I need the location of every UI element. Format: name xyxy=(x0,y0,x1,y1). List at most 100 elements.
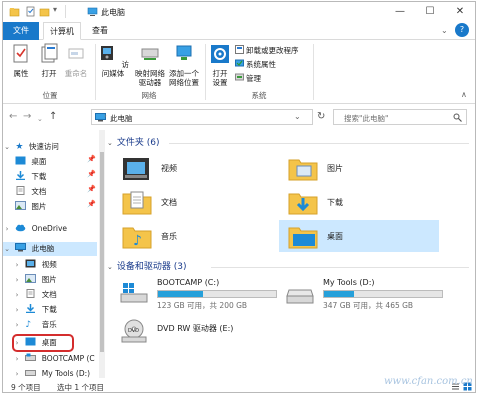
drive-usage-bar xyxy=(323,290,443,298)
video-icon xyxy=(25,259,36,268)
sidebar-item-music[interactable]: › ♪ 音乐 xyxy=(13,318,57,332)
sidebar-item-downloads[interactable]: › 下载 xyxy=(13,303,57,317)
video-folder-icon xyxy=(123,158,149,180)
divider xyxy=(169,143,469,144)
manage-button[interactable]: 管理 xyxy=(235,73,261,84)
selected-count: 选中 1 个项目 xyxy=(57,383,105,392)
sidebar-item-quick-pictures[interactable]: 图片 xyxy=(13,200,46,214)
address-dropdown-icon[interactable]: ⌄ xyxy=(294,112,301,121)
tab-file[interactable]: 文件 xyxy=(3,22,39,40)
collapsed-chevron-icon[interactable]: › xyxy=(13,258,21,272)
collapsed-chevron-icon[interactable]: › xyxy=(13,288,21,302)
new-folder-quick-icon[interactable] xyxy=(39,6,50,17)
open-settings-label-2: 设置 xyxy=(212,78,228,87)
pictures-folder-icon xyxy=(288,159,318,181)
folder-label: 音乐 xyxy=(161,232,177,241)
add-location-label-2: 网络位置 xyxy=(169,78,199,87)
sidebar-item-videos[interactable]: › 视频 xyxy=(13,258,57,272)
sidebar-item-documents[interactable]: › 文档 xyxy=(13,288,57,302)
sidebar-item-pictures[interactable]: › 图片 xyxy=(13,273,57,287)
ribbon-collapse-icon[interactable]: ∧ xyxy=(461,90,467,99)
sidebar-item-bootcamp[interactable]: › BOOTCAMP (C xyxy=(13,352,95,366)
access-media-button[interactable]: 访问媒体 xyxy=(97,43,129,78)
maximize-button[interactable]: ☐ xyxy=(415,2,445,22)
sidebar-item-quick-downloads[interactable]: 下载 xyxy=(13,170,46,184)
expanded-chevron-icon[interactable]: ⌄ xyxy=(3,242,11,256)
folder-tile-downloads[interactable]: 下载 xyxy=(279,186,439,218)
refresh-icon[interactable]: ↻ xyxy=(317,110,325,124)
minimize-button[interactable]: — xyxy=(385,2,415,22)
sidebar-item-quick-access[interactable]: ⌄ ★ 快速访问 xyxy=(3,140,59,154)
help-icon[interactable]: ? xyxy=(455,23,469,37)
pin-icon[interactable]: 📌 xyxy=(87,170,96,178)
folder-tile-desktop[interactable]: 桌面 xyxy=(279,220,439,252)
close-button[interactable]: ✕ xyxy=(445,2,475,22)
documents-folder-icon xyxy=(122,191,152,215)
back-arrow-icon[interactable]: ← xyxy=(9,110,17,124)
open-settings-button[interactable]: 打开 设置 xyxy=(207,43,233,87)
folder-tile-music[interactable]: ♪ 音乐 xyxy=(113,220,273,252)
pin-icon[interactable]: 📌 xyxy=(87,185,96,193)
rename-label: 重命名 xyxy=(64,69,88,78)
desktop-folder-icon xyxy=(288,227,318,249)
recent-chevron-icon[interactable]: ⌄ xyxy=(37,112,43,126)
rename-button[interactable]: 重命名 xyxy=(63,43,89,78)
sidebar-item-my-tools[interactable]: › My Tools (D:) xyxy=(13,367,91,378)
collapsed-chevron-icon[interactable]: › xyxy=(13,352,21,366)
folder-tile-videos[interactable]: 视频 xyxy=(113,152,273,184)
expanded-chevron-icon[interactable]: ⌄ xyxy=(107,139,113,147)
music-folder-icon: ♪ xyxy=(122,227,152,249)
drive-name: BOOTCAMP (C:) xyxy=(157,278,220,287)
properties-button[interactable]: 属性 xyxy=(9,43,33,78)
expanded-chevron-icon[interactable]: ⌄ xyxy=(107,263,113,271)
tab-view[interactable]: 查看 xyxy=(85,22,115,40)
folders-section-header[interactable]: ⌄ 文件夹 (6) xyxy=(107,136,160,150)
sidebar-item-this-pc[interactable]: ⌄ 此电脑 xyxy=(3,242,97,256)
uninstall-button[interactable]: 卸载或更改程序 xyxy=(235,45,299,56)
collapsed-chevron-icon[interactable]: › xyxy=(13,367,21,378)
expanded-chevron-icon[interactable]: ⌄ xyxy=(3,140,11,154)
quick-access-chevron-icon[interactable]: ▾ xyxy=(53,5,64,16)
address-bar[interactable]: › 此电脑 ⌄ xyxy=(91,109,313,125)
folder-tile-documents[interactable]: 文档 xyxy=(113,186,273,218)
properties-label: 属性 xyxy=(13,69,29,78)
scrollbar-thumb[interactable] xyxy=(100,152,104,352)
open-button[interactable]: 打开 xyxy=(37,43,61,78)
up-arrow-icon[interactable]: ↑ xyxy=(49,110,57,124)
collapsed-chevron-icon[interactable]: › xyxy=(3,222,11,236)
navigation-bar: ← → ⌄ ↑ › 此电脑 ⌄ ↻ 搜索"此电脑" xyxy=(3,106,475,128)
system-properties-button[interactable]: 系统属性 xyxy=(235,59,276,70)
pictures-icon xyxy=(15,201,26,210)
add-location-label-1: 添加一个 xyxy=(169,69,199,78)
folder-tile-pictures[interactable]: 图片 xyxy=(279,152,439,184)
add-location-button[interactable]: 添加一个 网络位置 xyxy=(167,43,201,87)
sidebar-item-quick-desktop[interactable]: 桌面 xyxy=(13,155,46,169)
drive-my-tools[interactable]: My Tools (D:) 347 GB 可用，共 465 GB xyxy=(279,278,449,312)
forward-arrow-icon[interactable]: → xyxy=(23,110,31,124)
properties-quick-icon[interactable] xyxy=(25,6,36,17)
collapsed-chevron-icon[interactable]: › xyxy=(13,303,21,317)
manage-icon xyxy=(235,73,244,81)
window-title: 此电脑 xyxy=(101,8,125,17)
group-system-label: 系统 xyxy=(251,91,267,100)
drive-icon xyxy=(25,370,37,376)
drive-bootcamp[interactable]: BOOTCAMP (C:) 123 GB 可用，共 200 GB xyxy=(113,278,283,312)
pin-icon[interactable]: 📌 xyxy=(87,155,96,163)
sidebar-item-onedrive[interactable]: › OneDrive xyxy=(3,222,67,236)
drive-dvd[interactable]: DVD DVD RW 驱动器 (E:) xyxy=(113,316,283,350)
folder-label: 桌面 xyxy=(327,232,343,241)
search-input[interactable]: 搜索"此电脑" xyxy=(333,109,467,125)
sidebar-scrollbar[interactable] xyxy=(99,130,105,378)
drive-size: 123 GB 可用，共 200 GB xyxy=(157,301,248,310)
sidebar-label: 下载 xyxy=(31,172,47,181)
collapsed-chevron-icon[interactable]: › xyxy=(13,273,21,287)
collapsed-chevron-icon[interactable]: › xyxy=(13,318,21,332)
tab-computer[interactable]: 计算机 xyxy=(43,22,81,40)
collapse-ribbon-icon[interactable]: ⌄ xyxy=(441,26,448,35)
map-drive-button[interactable]: 映射网络 驱动器 xyxy=(133,43,167,87)
pin-icon[interactable]: 📌 xyxy=(87,200,96,208)
sidebar-label: 图片 xyxy=(41,275,57,284)
divider xyxy=(95,44,96,100)
drives-section-header[interactable]: ⌄ 设备和驱动器 (3) xyxy=(107,260,187,274)
sidebar-item-quick-documents[interactable]: 文档 xyxy=(13,185,46,199)
